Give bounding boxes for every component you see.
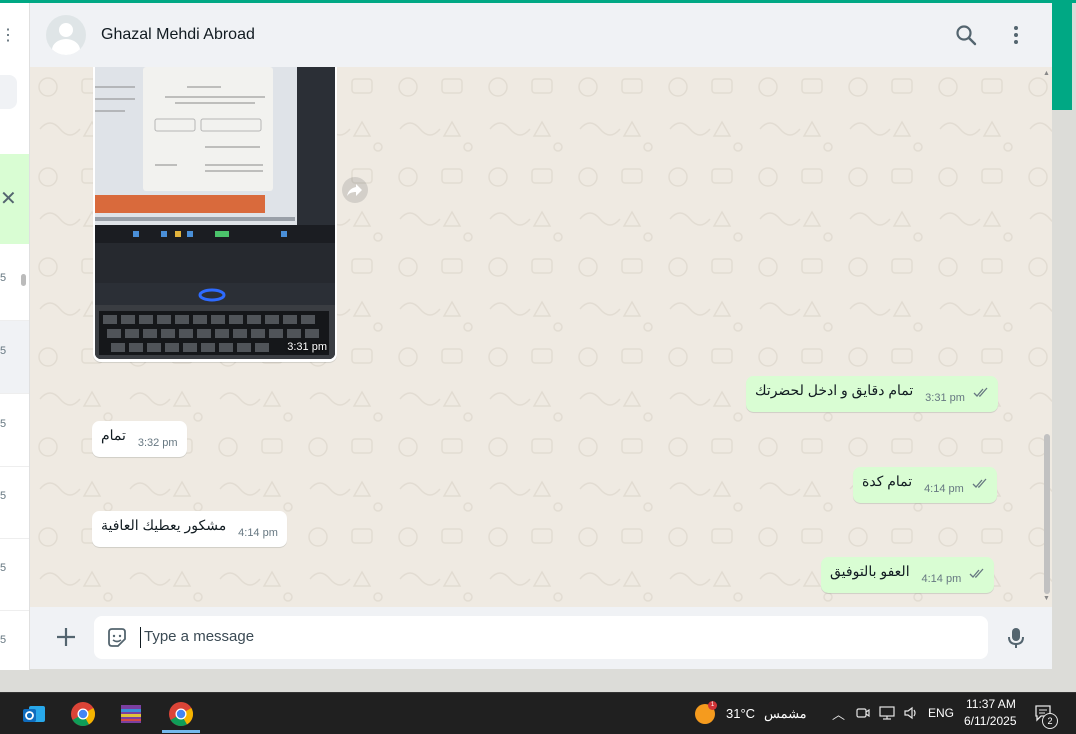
chat-list-item-time: 5 <box>0 418 7 430</box>
message-text: العفو بالتوفيق <box>830 563 910 579</box>
chrome-icon[interactable] <box>70 701 96 727</box>
weather-condition[interactable]: مشمس <box>764 706 807 722</box>
menu-icon[interactable]: ⋮ <box>0 25 16 45</box>
chevron-up-icon[interactable]: ︿ <box>832 704 845 723</box>
forward-icon[interactable] <box>342 177 368 203</box>
scroll-up-arrow[interactable]: ▲ <box>1043 70 1050 77</box>
chat-search-input[interactable] <box>0 75 17 109</box>
background-area <box>1052 110 1072 670</box>
notification-count-badge: 2 <box>1042 713 1058 729</box>
contact-name[interactable]: Ghazal Mehdi Abroad <box>101 26 255 44</box>
winrar-icon[interactable] <box>118 701 144 727</box>
message-time: 4:14 pm <box>238 527 278 539</box>
attach-plus-icon[interactable] <box>54 625 78 649</box>
message-scrollbar[interactable] <box>1044 434 1050 594</box>
message-pane[interactable]: 3:31 pm تمام دقايق و ادخل لحضرتك 3:31 pm… <box>30 67 1052 607</box>
message-time: 4:14 pm <box>921 573 962 585</box>
outgoing-message[interactable]: تمام كدة 4:14 pm <box>853 467 997 503</box>
read-ticks-icon <box>969 568 984 578</box>
search-icon[interactable] <box>954 23 978 47</box>
volume-icon[interactable] <box>903 705 919 721</box>
image-message[interactable]: 3:31 pm <box>93 67 337 362</box>
outgoing-message[interactable]: تمام دقايق و ادخل لحضرتك 3:31 pm <box>746 376 998 412</box>
background-accent <box>1052 3 1072 110</box>
message-time: 3:31 pm <box>287 341 327 353</box>
chat-list-item-time: 5 <box>0 345 7 357</box>
chat-list-item[interactable]: 5 <box>0 321 29 394</box>
chrome-active-icon[interactable] <box>168 701 194 727</box>
read-ticks-icon <box>972 478 987 488</box>
chat-list-item-time: 5 <box>0 490 7 502</box>
more-options-icon[interactable] <box>1004 23 1028 47</box>
scroll-down-arrow[interactable]: ▼ <box>1043 595 1050 602</box>
message-text: مشكور يعطيك العافية <box>101 517 227 533</box>
chat-list-item-time: 5 <box>0 634 7 646</box>
message-input-box[interactable] <box>94 616 988 659</box>
outgoing-message[interactable]: العفو بالتوفيق 4:14 pm <box>821 557 995 593</box>
taskbar: 1 31°C مشمس ︿ ENG 11:37 AM 6/11/2025 2 <box>0 692 1076 734</box>
conversation-header[interactable]: Ghazal Mehdi Abroad <box>30 3 1052 68</box>
close-icon[interactable]: ✕ <box>0 186 17 211</box>
input-language[interactable]: ENG <box>928 706 954 720</box>
message-text: تمام كدة <box>862 473 913 489</box>
message-input[interactable] <box>144 628 964 645</box>
avatar[interactable] <box>46 15 86 55</box>
camera-icon[interactable] <box>856 706 870 720</box>
weather-badge: 1 <box>708 701 717 710</box>
chat-list-pane: ⋮ ✕ 5 5 5 5 5 5 <box>0 3 30 670</box>
chat-list-item-time: 5 <box>0 272 7 284</box>
chat-list-item-time: 5 <box>0 562 7 574</box>
chat-list-item[interactable]: 5 <box>0 248 29 321</box>
clock-date[interactable]: 6/11/2025 <box>964 714 1017 728</box>
background-area-bottom <box>0 670 1072 692</box>
chat-list-item[interactable]: 5 <box>0 538 29 611</box>
clock-time[interactable]: 11:37 AM <box>966 697 1016 711</box>
message-text: تمام دقايق و ادخل لحضرتك <box>755 382 914 398</box>
message-photo[interactable]: 3:31 pm <box>95 67 335 359</box>
incoming-message[interactable]: مشكور يعطيك العافية 4:14 pm <box>92 511 287 547</box>
message-time: 3:31 pm <box>925 392 965 404</box>
message-time: 4:14 pm <box>924 483 964 495</box>
composer <box>30 607 1052 669</box>
chat-list-item[interactable]: 5 <box>0 610 29 670</box>
read-ticks-icon <box>973 387 988 397</box>
sticker-emoji-icon[interactable] <box>106 627 128 649</box>
chat-list-item[interactable]: 5 <box>0 466 29 539</box>
message-text: تمام <box>101 427 126 443</box>
weather-temperature[interactable]: 31°C <box>726 706 755 721</box>
message-time: 3:32 pm <box>137 437 178 449</box>
network-icon[interactable] <box>879 706 895 720</box>
microphone-icon[interactable] <box>1005 626 1027 650</box>
outlook-icon[interactable] <box>21 701 47 727</box>
chat-list-item[interactable]: 5 <box>0 394 29 467</box>
text-caret <box>140 627 141 648</box>
incoming-message[interactable]: تمام 3:32 pm <box>92 421 187 457</box>
